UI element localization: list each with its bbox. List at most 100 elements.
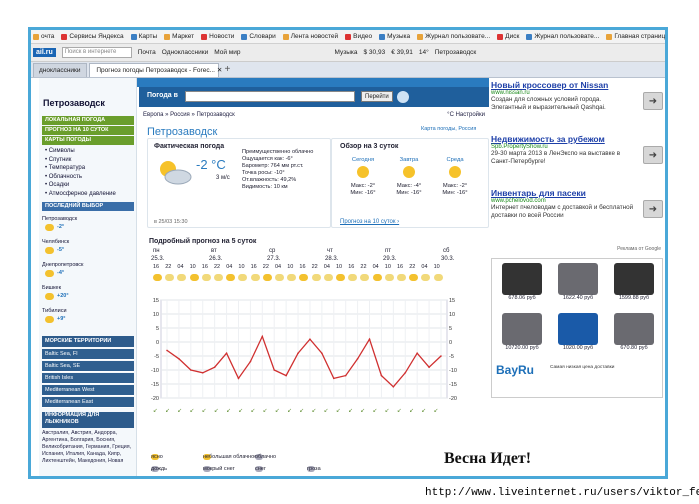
map-item[interactable]: • Спутник (45, 156, 116, 165)
bayru-logo[interactable]: BayRu (496, 363, 534, 377)
bookmark-icon (417, 33, 424, 40)
territory-item[interactable]: Mediterranean West (42, 385, 134, 396)
refresh-icon[interactable] (397, 91, 409, 103)
bookmark-item[interactable]: Видео (345, 33, 372, 40)
bookmark-item[interactable]: Журнал пользовате... (526, 33, 599, 40)
overview-panel: Обзор на 3 суток Сегодня Макс: -2° Мин: -1… (331, 138, 489, 228)
product-tile[interactable]: 678.06 руб (496, 263, 548, 307)
bookmark-item[interactable]: Маркет (164, 33, 194, 40)
forecast-hour: 10 (336, 264, 343, 270)
overlay-caption: Весна Идет! (444, 450, 532, 467)
bookmark-item[interactable]: Лента новостей (282, 33, 338, 40)
tab-odnoklassniki[interactable]: дноклассники (33, 62, 87, 77)
legend-label: дождь (151, 466, 167, 472)
recent-city[interactable]: Челябинск (42, 239, 69, 245)
menu-weather-maps[interactable]: КАРТЫ ПОГОДЫ (42, 136, 134, 145)
wind-arrow-hour: ↙ (275, 408, 280, 414)
current-detail: Барометр: 764 мм рт.ст. (242, 163, 304, 169)
product-tile[interactable]: 10720.00 руб (496, 313, 548, 357)
sun-icon (357, 166, 369, 178)
forecast-hour-icon (165, 274, 175, 281)
recent-city[interactable]: Тибилиси (42, 308, 67, 314)
map-item[interactable]: • Символы (45, 147, 116, 156)
bookmark-item[interactable]: Диск (497, 33, 519, 40)
countries-list[interactable]: Австралия, Австрия, Андорра, Аргентина, … (42, 430, 134, 465)
tab-label: дноклассники (39, 66, 81, 74)
current-weather-panel: Фактическая погода -2 °C 3 м/с Преимущес… (147, 138, 331, 228)
bookmark-item[interactable]: Словари (241, 33, 276, 40)
toolbar-item-myworld[interactable]: Мой мир (214, 49, 240, 56)
bookmark-item[interactable]: Главная страница Я... (606, 33, 665, 40)
bookmark-icon (201, 33, 208, 40)
map-item[interactable]: • Температура (45, 164, 116, 173)
toolbar-item-mail[interactable]: Почта (138, 49, 156, 56)
units-settings[interactable]: °C Настройки (447, 110, 485, 120)
tab-weather[interactable]: Прогноз погоды Петрозаводск - Forec... ✕ (88, 62, 222, 77)
recent-weather-icon (45, 270, 54, 277)
bookmark-item[interactable]: Музыка (379, 33, 410, 40)
territory-item[interactable]: Baltic Sea, SE (42, 361, 134, 372)
arrow-right-icon[interactable]: ➜ (643, 146, 663, 164)
city-search-input[interactable] (185, 91, 355, 102)
text-ad[interactable]: Недвижимость за рубежом Spb.PropertyShow.… (491, 134, 663, 166)
search-go-button[interactable]: Перейти (361, 91, 393, 102)
arrow-right-icon[interactable]: ➜ (643, 92, 663, 110)
bookmark-item[interactable]: Карты (130, 33, 157, 40)
product-tile[interactable]: 670.80 руб (608, 313, 660, 357)
forecast-hour: 10 (287, 264, 294, 270)
recent-city[interactable]: Днепропетровск (42, 262, 83, 268)
territory-item[interactable]: Baltic Sea, FI (42, 349, 134, 360)
recent-city[interactable]: Петрозаводск (42, 216, 77, 222)
current-detail: Видимость: 10 км (242, 184, 288, 190)
ads-by-google[interactable]: Реклама от Google (617, 246, 661, 252)
toolbar-item-ok[interactable]: Одноклассники (162, 49, 208, 56)
text-ad[interactable]: Новый кроссовер от Nissan www.nissan.ru Со… (491, 80, 663, 112)
forecast-hour-icon (189, 274, 199, 281)
new-tab-button[interactable]: + (221, 64, 235, 75)
map-item[interactable]: • Облачность (45, 173, 116, 182)
territory-item[interactable]: Mediterranean East (42, 397, 134, 408)
arrow-right-icon[interactable]: ➜ (643, 200, 663, 218)
forecast-hour-icon (238, 274, 248, 281)
temperature-point (356, 358, 359, 360)
temperature-point (273, 369, 276, 371)
bookmark-icon (526, 33, 533, 40)
map-item[interactable]: • Осадки (45, 181, 116, 190)
forecast-day-name: пт (385, 248, 391, 254)
recent-weather-icon (45, 224, 54, 231)
bookmark-icon (282, 33, 289, 40)
toolbar-item-music[interactable]: Музыка (335, 49, 358, 56)
territory-item[interactable]: British Isles (42, 373, 134, 384)
menu-10day[interactable]: ПРОГНОЗ НА 10 СУТОК (42, 126, 134, 135)
menu-local-weather[interactable]: ЛОКАЛЬНАЯ ПОГОДА (42, 116, 134, 125)
temperature-point (261, 335, 264, 338)
bayru-shop-banner[interactable]: 678.06 руб 1622.40 руб 1599.88 руб 10720.00… (491, 258, 663, 398)
y-tick-label: 15 (153, 298, 159, 304)
bookmark-item[interactable]: Сервисы Яндекса (61, 33, 124, 40)
territories-header: МОРСКИЕ ТЕРРИТОРИИ (42, 336, 134, 347)
mailru-logo[interactable]: ail.ru (33, 48, 56, 57)
ad-title[interactable]: Инвентарь для пасеки (491, 188, 663, 198)
map-item[interactable]: • Атмосферное давление (45, 190, 116, 199)
bookmark-item[interactable]: Журнал пользовате... (417, 33, 490, 40)
breadcrumb-text[interactable]: Европа » Россия » Петрозаводск (143, 112, 235, 118)
ten-day-link[interactable]: Прогноз на 10 суток › (340, 219, 399, 225)
toolbar-search-input[interactable]: Поиск в интернете (61, 47, 132, 58)
ad-title[interactable]: Недвижимость за рубежом (491, 134, 663, 144)
text-ad[interactable]: Инвентарь для пасеки www.pchelovod.com Инт… (491, 188, 663, 220)
toolbar-city[interactable]: Петрозаводск (435, 49, 477, 56)
product-tile[interactable]: 1599.88 руб (608, 263, 660, 307)
bookmark-item[interactable]: очта (33, 33, 54, 40)
product-tile[interactable]: 1020.00 руб (552, 313, 604, 357)
product-image (614, 313, 654, 345)
weather-map-link[interactable]: Карта погоды, Россия (421, 126, 476, 132)
legend-label: ясно (151, 454, 163, 460)
product-tile[interactable]: 1622.40 руб (552, 263, 604, 307)
y-tick-label-right: -10 (449, 368, 457, 374)
ad-title[interactable]: Новый кроссовер от Nissan (491, 80, 663, 90)
forecast-hour-icon (299, 274, 309, 281)
recent-city[interactable]: Бишкек (42, 285, 61, 291)
overview-min: Мин: -16° (350, 190, 376, 196)
watermark-url[interactable]: http://www.liveinternet.ru/users/viktor_… (425, 487, 699, 499)
bookmark-item[interactable]: Новости (201, 33, 234, 40)
